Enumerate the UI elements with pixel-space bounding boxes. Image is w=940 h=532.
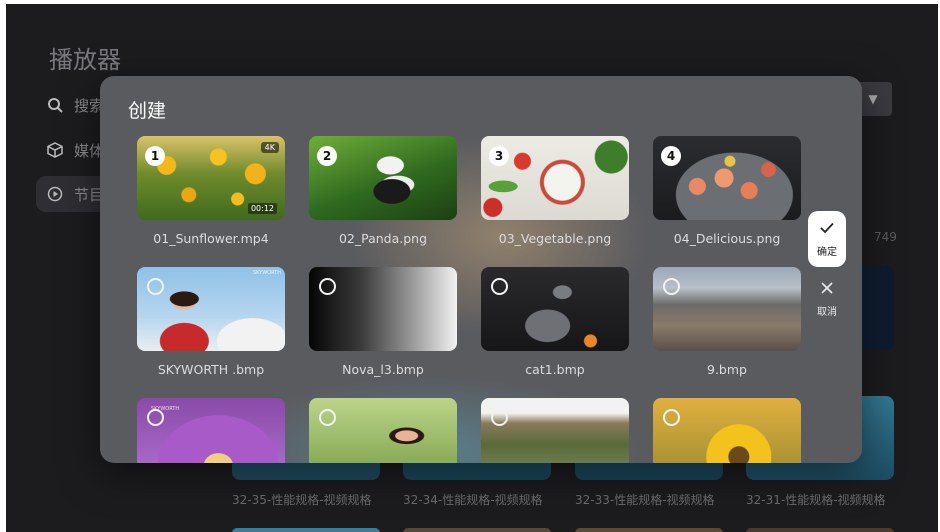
confirm-label: 确定 <box>817 247 837 258</box>
cube-icon <box>46 141 64 159</box>
thumbnail-flower: SKYWORTH <box>137 398 285 463</box>
background-caption: 32-35-性能规格-视频规格 <box>232 493 372 507</box>
cancel-label: 取消 <box>817 307 837 318</box>
media-item-label: 01_Sunflower.mp4 <box>153 231 269 246</box>
background-caption: 32-31-性能规格-视频规格 <box>746 493 886 507</box>
caret-down-icon: ▼ <box>868 92 878 106</box>
media-item-label: Nova_l3.bmp <box>342 362 424 377</box>
dialog-title: 创建 <box>128 100 167 122</box>
selection-order-badge: 3 <box>489 146 509 166</box>
background-tile <box>232 528 380 532</box>
media-item-label: 04_Delicious.png <box>673 231 781 246</box>
selection-circle[interactable] <box>491 278 508 295</box>
media-item-label: SKYWORTH .bmp <box>157 362 265 377</box>
selection-order-badge: 4 <box>661 146 681 166</box>
background-number: 749 <box>874 230 897 244</box>
background-tile <box>403 528 551 532</box>
background-caption: 32-33-性能规格-视频规格 <box>575 493 715 507</box>
background-tile <box>575 528 723 532</box>
selection-circle[interactable] <box>663 278 680 295</box>
selection-circle[interactable] <box>319 278 336 295</box>
media-item-label: cat1.bmp <box>525 362 585 377</box>
media-item-label: 9.bmp <box>707 362 747 377</box>
media-item-label: 02_Panda.png <box>338 231 428 246</box>
cancel-button[interactable]: 取消 <box>808 271 846 327</box>
selection-circle[interactable] <box>319 409 336 426</box>
selection-circle[interactable] <box>663 409 680 426</box>
duration-label: 00:12 <box>247 203 277 214</box>
selection-order-badge: 2 <box>317 146 337 166</box>
thumbnail-portrait <box>309 398 457 463</box>
selection-order-badge: 1 <box>145 146 165 166</box>
app-title: 播放器 <box>49 46 121 74</box>
check-icon <box>820 220 834 238</box>
close-icon <box>821 280 833 298</box>
thumbnail-canyon <box>481 398 629 463</box>
watermark-logo: SKYWORTH <box>252 270 281 276</box>
play-circle-icon <box>46 185 64 203</box>
selection-circle[interactable] <box>147 409 164 426</box>
thumbnail-sunflower-closeup <box>653 398 801 463</box>
confirm-button[interactable]: 确定 <box>808 211 846 267</box>
background-tile <box>746 528 894 532</box>
media-item-label: 03_Vegetable.png <box>498 231 612 246</box>
selection-circle[interactable] <box>147 278 164 295</box>
search-icon <box>46 96 64 114</box>
background-caption: 32-34-性能规格-视频规格 <box>403 493 543 507</box>
quality-badge: 4K <box>260 142 279 153</box>
selection-circle[interactable] <box>491 409 508 426</box>
create-dialog: 创建 4K 00:12 1 01_Sunflower.mp4 2 02_Pand… <box>100 76 862 463</box>
